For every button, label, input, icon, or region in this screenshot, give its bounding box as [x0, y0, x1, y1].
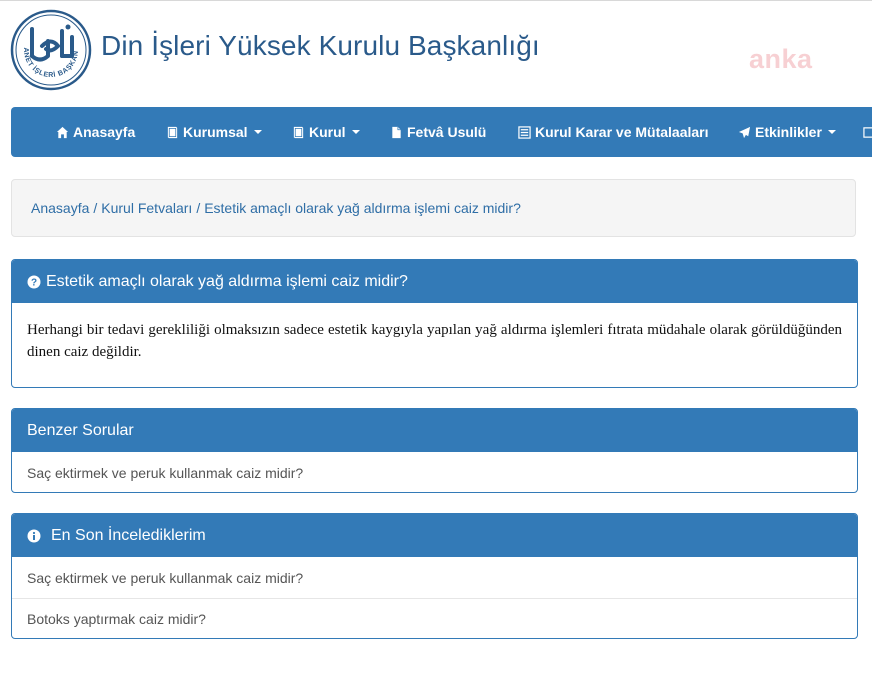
nav-kurul[interactable]: Kurul [292, 107, 360, 157]
nav-anasayfa[interactable]: Anasayfa [56, 107, 135, 157]
main-navbar: Anasayfa Kurumsal Kurul Fetvâ Usulü Kuru… [11, 107, 872, 157]
nav-overflow-item[interactable] [863, 107, 872, 157]
svg-text:?: ? [31, 277, 37, 288]
similar-questions-heading: Benzer Sorular [12, 409, 857, 452]
book-icon [166, 126, 179, 139]
nav-fetva-usulu[interactable]: Fetvâ Usulü [390, 107, 486, 157]
chevron-down-icon [253, 130, 262, 134]
nav-kurul-karar[interactable]: Kurul Karar ve Mütalaaları [518, 107, 709, 157]
nav-anasayfa-label: Anasayfa [73, 124, 136, 140]
recently-viewed-heading: En Son İncelediklerim [12, 514, 857, 557]
breadcrumb-category-link[interactable]: Kurul Fetvaları [101, 200, 192, 216]
recently-viewed-title: En Son İncelediklerim [51, 526, 206, 544]
nav-kurumsal[interactable]: Kurumsal [166, 107, 262, 157]
similar-questions-list: Saç ektirmek ve peruk kullanmak caiz mid… [12, 452, 857, 492]
site-title[interactable]: Din İşleri Yüksek Kurulu Başkanlığı [101, 30, 540, 62]
answer-text: Herhangi bir tedavi gerekliliği olmaksız… [27, 322, 842, 360]
list-item[interactable]: Botoks yaptırmak caiz midir? [12, 598, 857, 638]
list-item[interactable]: Saç ektirmek ve peruk kullanmak caiz mid… [12, 452, 857, 492]
breadcrumb-home-link[interactable]: Anasayfa [31, 200, 89, 216]
image-icon [863, 126, 872, 139]
top-border [0, 0, 872, 1]
list-icon [518, 125, 531, 139]
chevron-down-icon [827, 130, 836, 134]
similar-questions-panel: Benzer Sorular Saç ektirmek ve peruk kul… [11, 408, 858, 493]
recently-viewed-panel: En Son İncelediklerim Saç ektirmek ve pe… [11, 513, 858, 639]
info-circle-icon [27, 529, 41, 543]
question-panel: ? Estetik amaçlı olarak yağ aldırma işle… [11, 259, 858, 388]
file-icon [390, 126, 403, 139]
nav-kurumsal-label: Kurumsal [183, 124, 248, 140]
nav-etkinlikler[interactable]: Etkinlikler [738, 107, 836, 157]
breadcrumb-separator: / [196, 200, 201, 216]
nav-kurul-label: Kurul [309, 124, 346, 140]
recently-viewed-list: Saç ektirmek ve peruk kullanmak caiz mid… [12, 557, 857, 638]
breadcrumb-separator: / [93, 200, 98, 216]
paper-plane-icon [738, 126, 751, 139]
nav-etkinlikler-label: Etkinlikler [755, 124, 822, 140]
book-icon [292, 126, 305, 139]
breadcrumb-current-page[interactable]: Estetik amaçlı olarak yağ aldırma işlemi… [204, 200, 521, 216]
list-item[interactable]: Saç ektirmek ve peruk kullanmak caiz mid… [12, 557, 857, 598]
breadcrumb: Anasayfa / Kurul Fetvaları / Estetik ama… [11, 179, 856, 237]
similar-questions-title: Benzer Sorular [27, 421, 134, 439]
nav-fetva-usulu-label: Fetvâ Usulü [407, 124, 487, 140]
home-icon [56, 126, 69, 139]
question-title: Estetik amaçlı olarak yağ aldırma işlemi… [46, 272, 408, 290]
chevron-down-icon [351, 130, 360, 134]
question-circle-icon: ? [27, 275, 41, 289]
diyanet-logo[interactable]: DİYANET İŞLERİ BAŞKANLIĞI [7, 2, 92, 91]
question-panel-heading: ? Estetik amaçlı olarak yağ aldırma işle… [12, 260, 857, 303]
nav-kurul-karar-label: Kurul Karar ve Mütalaaları [535, 124, 709, 140]
anka-watermark: anka [749, 44, 813, 74]
